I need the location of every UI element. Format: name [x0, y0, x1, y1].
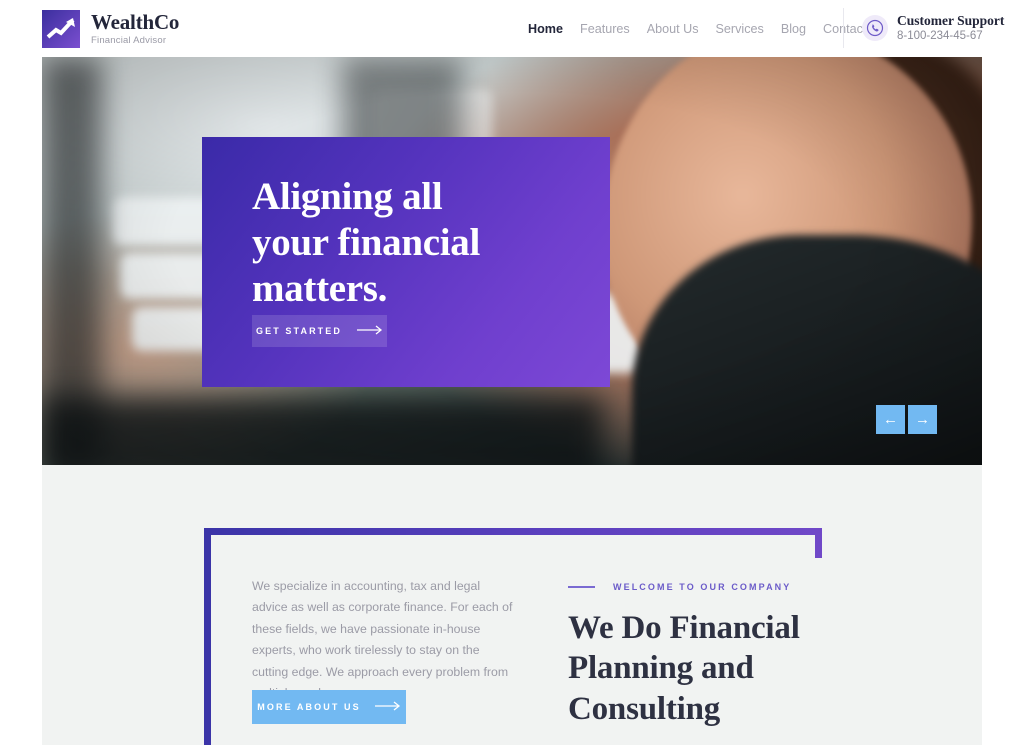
more-about-us-label: MORE ABOUT US	[257, 702, 361, 712]
get-started-label: GET STARTED	[256, 326, 342, 336]
nav-item-features[interactable]: Features	[580, 22, 630, 36]
hero-title-line-2: your financial	[252, 221, 481, 265]
chart-line-up-icon	[42, 9, 80, 48]
support-phone[interactable]: 8-100-234-45-67	[897, 30, 1004, 43]
hero-slider-nav: ← →	[876, 405, 937, 434]
about-eyebrow: WELCOME TO OUR COMPANY	[568, 582, 791, 592]
about-body-text: We specialize in accounting, tax and leg…	[252, 579, 513, 700]
support-title: Customer Support	[897, 13, 1005, 28]
frame-left-border	[204, 528, 211, 745]
brand-text: WealthCo Financial Advisor	[91, 9, 180, 46]
about-heading-line-2: Planning and	[568, 650, 754, 687]
header-divider	[843, 8, 844, 48]
hero-title: Aligning all your financial matters.	[252, 174, 480, 312]
about-heading: We Do Financial Planning and Consulting	[568, 608, 868, 729]
hero-headline-card: Aligning all your financial matters. GET…	[202, 137, 610, 387]
brand-logo[interactable]: WealthCo Financial Advisor	[42, 9, 180, 48]
arrow-right-icon	[374, 698, 401, 716]
hero-title-line-1: Aligning all	[252, 175, 443, 218]
main-navigation: Home Features About Us Services Blog Con…	[528, 22, 873, 36]
eyebrow-dash-icon	[568, 586, 595, 588]
hero-section: Aligning all your financial matters. GET…	[42, 57, 982, 465]
about-heading-line-1: We Do Financial	[568, 610, 800, 646]
landing-page: WealthCo Financial Advisor Home Features…	[0, 0, 1024, 745]
eyebrow-label: WELCOME TO OUR COMPANY	[613, 582, 792, 592]
nav-item-about-us[interactable]: About Us	[647, 22, 699, 36]
customer-support-block[interactable]: Customer Support 8-100-234-45-67	[862, 13, 1004, 43]
nav-item-blog[interactable]: Blog	[781, 22, 806, 36]
slider-prev-button[interactable]: ←	[876, 405, 905, 434]
site-header: WealthCo Financial Advisor Home Features…	[0, 0, 1024, 57]
about-heading-line-3: Consulting	[568, 690, 721, 727]
frame-right-border	[815, 528, 822, 558]
support-text: Customer Support 8-100-234-45-67	[897, 13, 1004, 43]
more-about-us-button[interactable]: MORE ABOUT US	[252, 690, 406, 724]
brand-title: WealthCo	[91, 9, 180, 34]
nav-item-home[interactable]: Home	[528, 22, 563, 36]
get-started-button[interactable]: GET STARTED	[252, 315, 387, 347]
arrow-right-icon	[356, 322, 383, 340]
frame-top-border	[204, 528, 822, 535]
hero-title-line-3: matters.	[252, 267, 388, 311]
phone-circle-icon	[862, 14, 888, 41]
nav-item-services[interactable]: Services	[716, 22, 764, 36]
slider-next-button[interactable]: →	[908, 405, 937, 434]
brand-subtitle: Financial Advisor	[91, 34, 167, 46]
